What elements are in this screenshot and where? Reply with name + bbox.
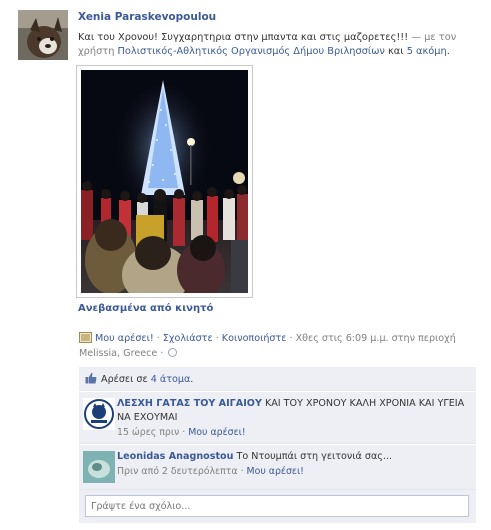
like-link[interactable]: Μου αρέσει!: [95, 333, 154, 344]
post-actions: Μου αρέσει! · Σχολιάστε · Κοινοποιήστε ·…: [79, 331, 479, 361]
comment-like-link[interactable]: Μου αρέσει!: [247, 466, 304, 477]
post-message-text: Και του Χρονου! Συγχαρητηρια στην μπαντα…: [78, 32, 409, 43]
globe-icon[interactable]: [168, 348, 178, 357]
sep-1: ·: [153, 333, 163, 344]
commenter-avatar[interactable]: [83, 398, 115, 430]
comment-like-link[interactable]: Μου αρέσει!: [188, 427, 245, 438]
sep-3: ·: [286, 333, 296, 344]
feedback-panel: Αρέσει σε 4 άτομα. ΛΕΣΧΗ ΓΑΤΑΣ ΤΟΥ ΑΙΓΑΙ…: [79, 367, 476, 523]
comment-item: ΛΕΣΧΗ ΓΑΤΑΣ ΤΟΥ ΑΙΓΑΙΟΥ ΚΑΙ ΤΟΥ ΧΡΟΝΟΥ Κ…: [79, 391, 476, 444]
sep-4: ·: [157, 348, 167, 359]
location-prefix: στην περιοχή: [388, 333, 456, 344]
likes-suffix: .: [190, 374, 194, 385]
post-timestamp[interactable]: Χθες στις 6:09 μ.μ.: [296, 333, 389, 344]
likes-prefix: Αρέσει σε: [101, 374, 151, 385]
post-photo-frame[interactable]: [76, 65, 253, 298]
post-message: Και του Χρονου! Συγχαρητηρια στην μπαντα…: [78, 31, 483, 59]
location-name[interactable]: Melissia, Greece: [79, 348, 157, 359]
comment-time[interactable]: 15 ώρες πριν: [117, 427, 179, 438]
comment-item: Leonidas Anagnostou Το Ντουμπάι στη γειτ…: [79, 444, 476, 490]
post-header: Xenia Paraskevopoulou Και του Χρονου! Συ…: [78, 11, 483, 59]
comment-input-row: [79, 490, 476, 523]
tag-joiner: και: [384, 46, 407, 57]
comment-input[interactable]: [85, 495, 469, 517]
share-link[interactable]: Κοινοποιήστε: [222, 333, 287, 344]
post-author-name[interactable]: Xenia Paraskevopoulou: [78, 11, 483, 23]
tag-end: .: [446, 46, 450, 57]
comment-text: Το Ντουμπάι στη γειτονιά σας...: [233, 451, 393, 462]
mobile-upload-icon: [79, 332, 92, 343]
uploaded-from-mobile-link[interactable]: Ανεβασμένα από κινητό: [78, 303, 213, 314]
comment-body: ΛΕΣΧΗ ΓΑΤΑΣ ΤΟΥ ΑΙΓΑΙΟΥ ΚΑΙ ΤΟΥ ΧΡΟΝΟΥ Κ…: [117, 397, 470, 425]
tagged-user-link[interactable]: Πολιστικός-Αθλητικός Οργανισμός Δήμου Βρ…: [118, 46, 385, 57]
comment-meta: 15 ώρες πριν · Μου αρέσει!: [117, 427, 246, 438]
tag-others-link[interactable]: 5 ακόμη: [407, 46, 447, 57]
sep-2: ·: [212, 333, 222, 344]
comment-link[interactable]: Σχολιάστε: [163, 333, 213, 344]
author-avatar[interactable]: [18, 10, 68, 60]
commenter-avatar[interactable]: [83, 451, 115, 483]
comment-author[interactable]: ΛΕΣΧΗ ΓΑΤΑΣ ΤΟΥ ΑΙΓΑΙΟΥ: [117, 398, 262, 409]
comment-time[interactable]: Πριν από 2 δευτερόλεπτα: [117, 466, 238, 477]
likes-summary: Αρέσει σε 4 άτομα.: [79, 367, 476, 391]
comment-body: Leonidas Anagnostou Το Ντουμπάι στη γειτ…: [117, 450, 470, 464]
comment-meta: Πριν από 2 δευτερόλεπτα · Μου αρέσει!: [117, 466, 304, 477]
post-photo[interactable]: [81, 70, 248, 293]
thumbs-up-icon: [85, 372, 97, 384]
likes-count-link[interactable]: 4 άτομα: [151, 374, 191, 385]
comment-author[interactable]: Leonidas Anagnostou: [117, 451, 233, 462]
